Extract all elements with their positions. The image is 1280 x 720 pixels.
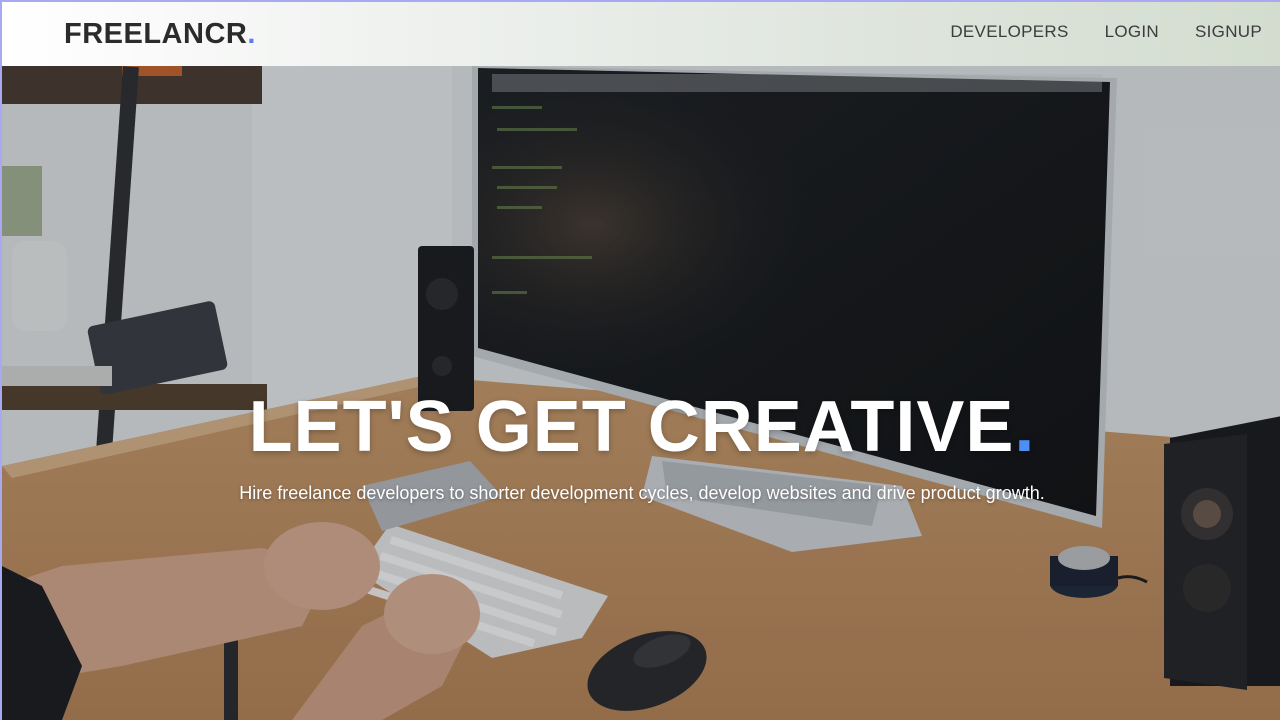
hero-title: LET'S GET CREATIVE. [2, 384, 1280, 470]
hero-subtitle: Hire freelance developers to shorter dev… [239, 483, 1045, 503]
brand-dot: . [247, 18, 256, 50]
hero-title-dot: . [1014, 387, 1036, 467]
nav-links: DEVELOPERS LOGIN SIGNUP [950, 21, 1262, 43]
brand-logo[interactable]: FREELANCR. [64, 16, 256, 52]
navbar: FREELANCR. DEVELOPERS LOGIN SIGNUP [0, 0, 1280, 66]
nav-developers-link[interactable]: DEVELOPERS [950, 21, 1068, 43]
hero-title-text: LET'S GET CREATIVE [248, 387, 1015, 467]
nav-login-link[interactable]: LOGIN [1105, 21, 1159, 43]
hero-section: LET'S GET CREATIVE. Hire freelance devel… [0, 66, 1280, 720]
nav-signup-link[interactable]: SIGNUP [1195, 21, 1262, 43]
brand-name: FREELANCR [64, 18, 248, 50]
